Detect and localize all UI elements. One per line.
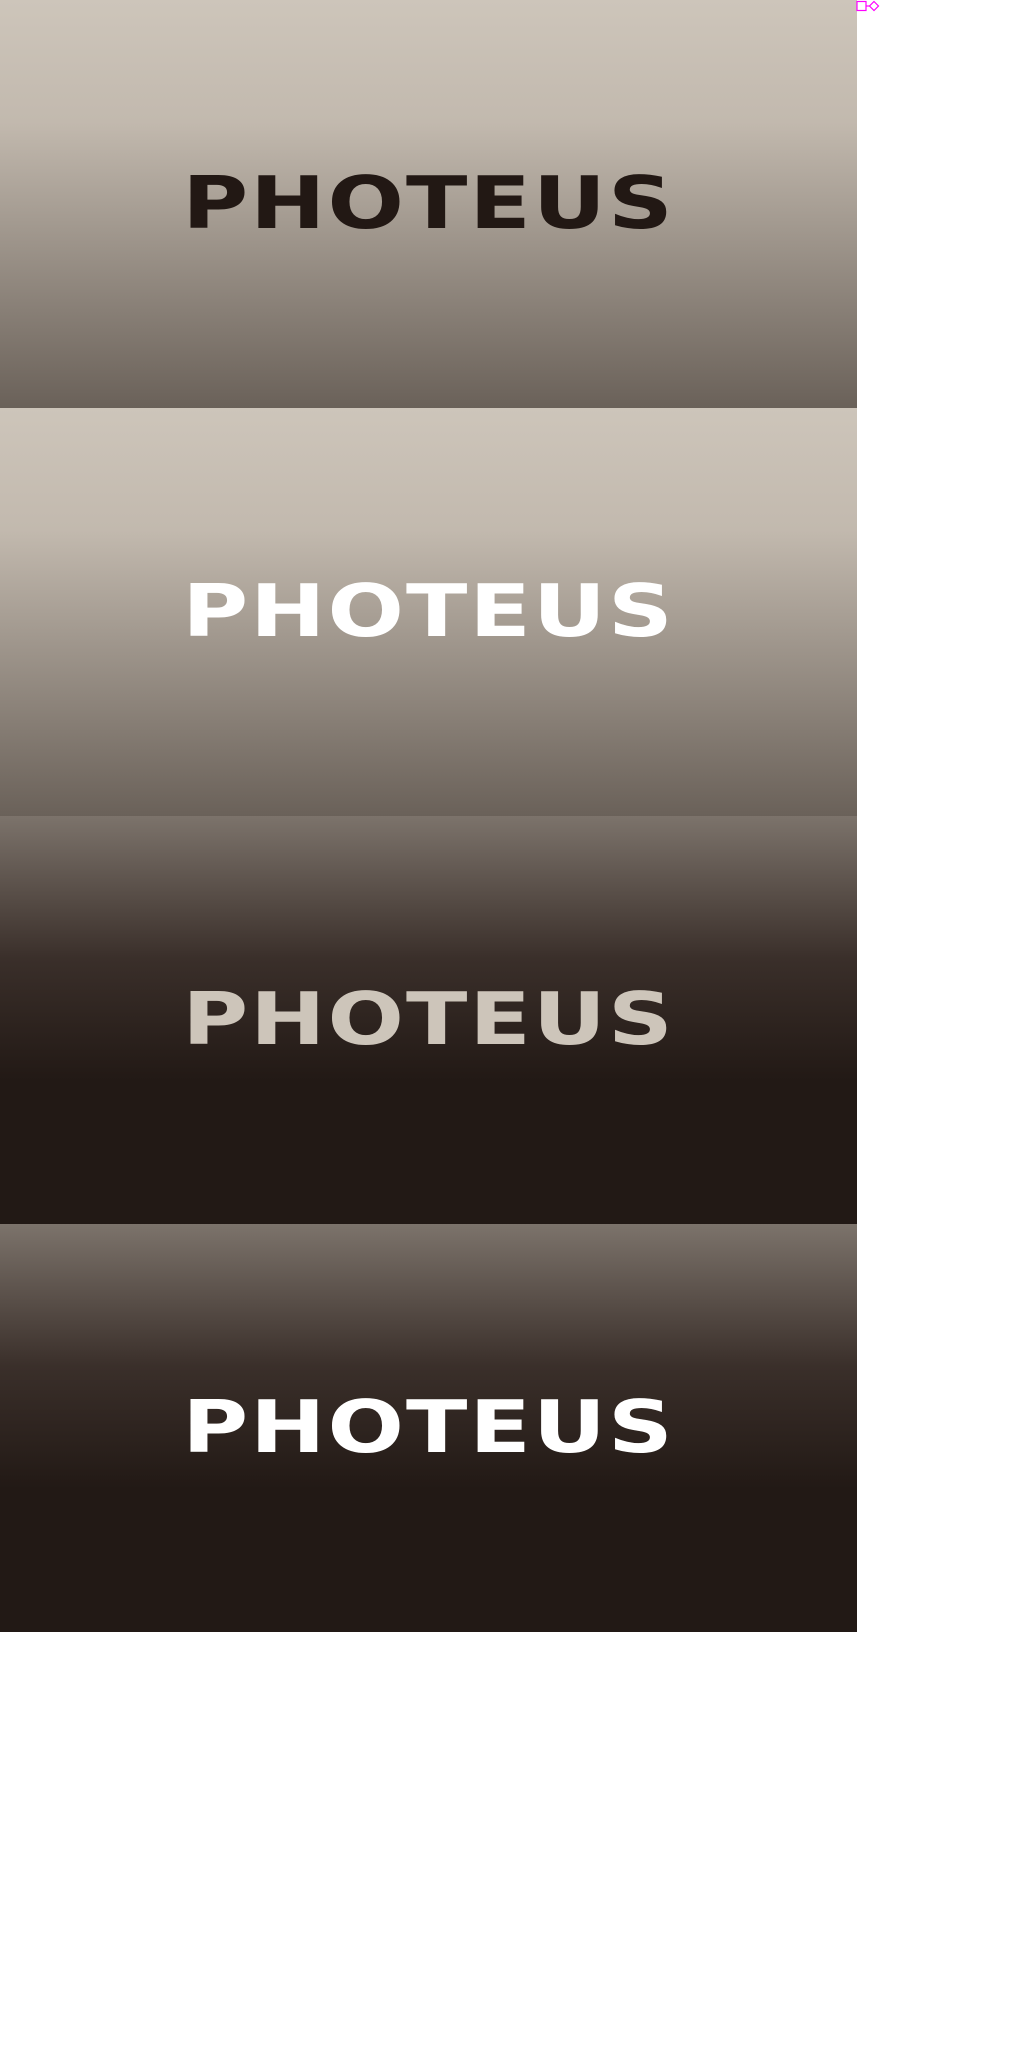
logo-panel-dark-white-text: PHOTEUS [0, 1224, 857, 1632]
logo-wordmark: PHOTEUS [182, 569, 675, 654]
logo-sheet: PHOTEUS PHOTEUS PHOTEUS PHOTEUS [0, 0, 1024, 2048]
logo-wordmark: PHOTEUS [182, 977, 675, 1062]
logo-wordmark: PHOTEUS [182, 161, 675, 246]
logo-panel-dark-beige-text: PHOTEUS [0, 816, 857, 1224]
logo-panel-light-dark-text: PHOTEUS [0, 0, 857, 408]
selection-handle-icon[interactable] [856, 0, 882, 12]
logo-panel-light-white-text: PHOTEUS [0, 408, 857, 816]
logo-wordmark: PHOTEUS [182, 1385, 675, 1470]
